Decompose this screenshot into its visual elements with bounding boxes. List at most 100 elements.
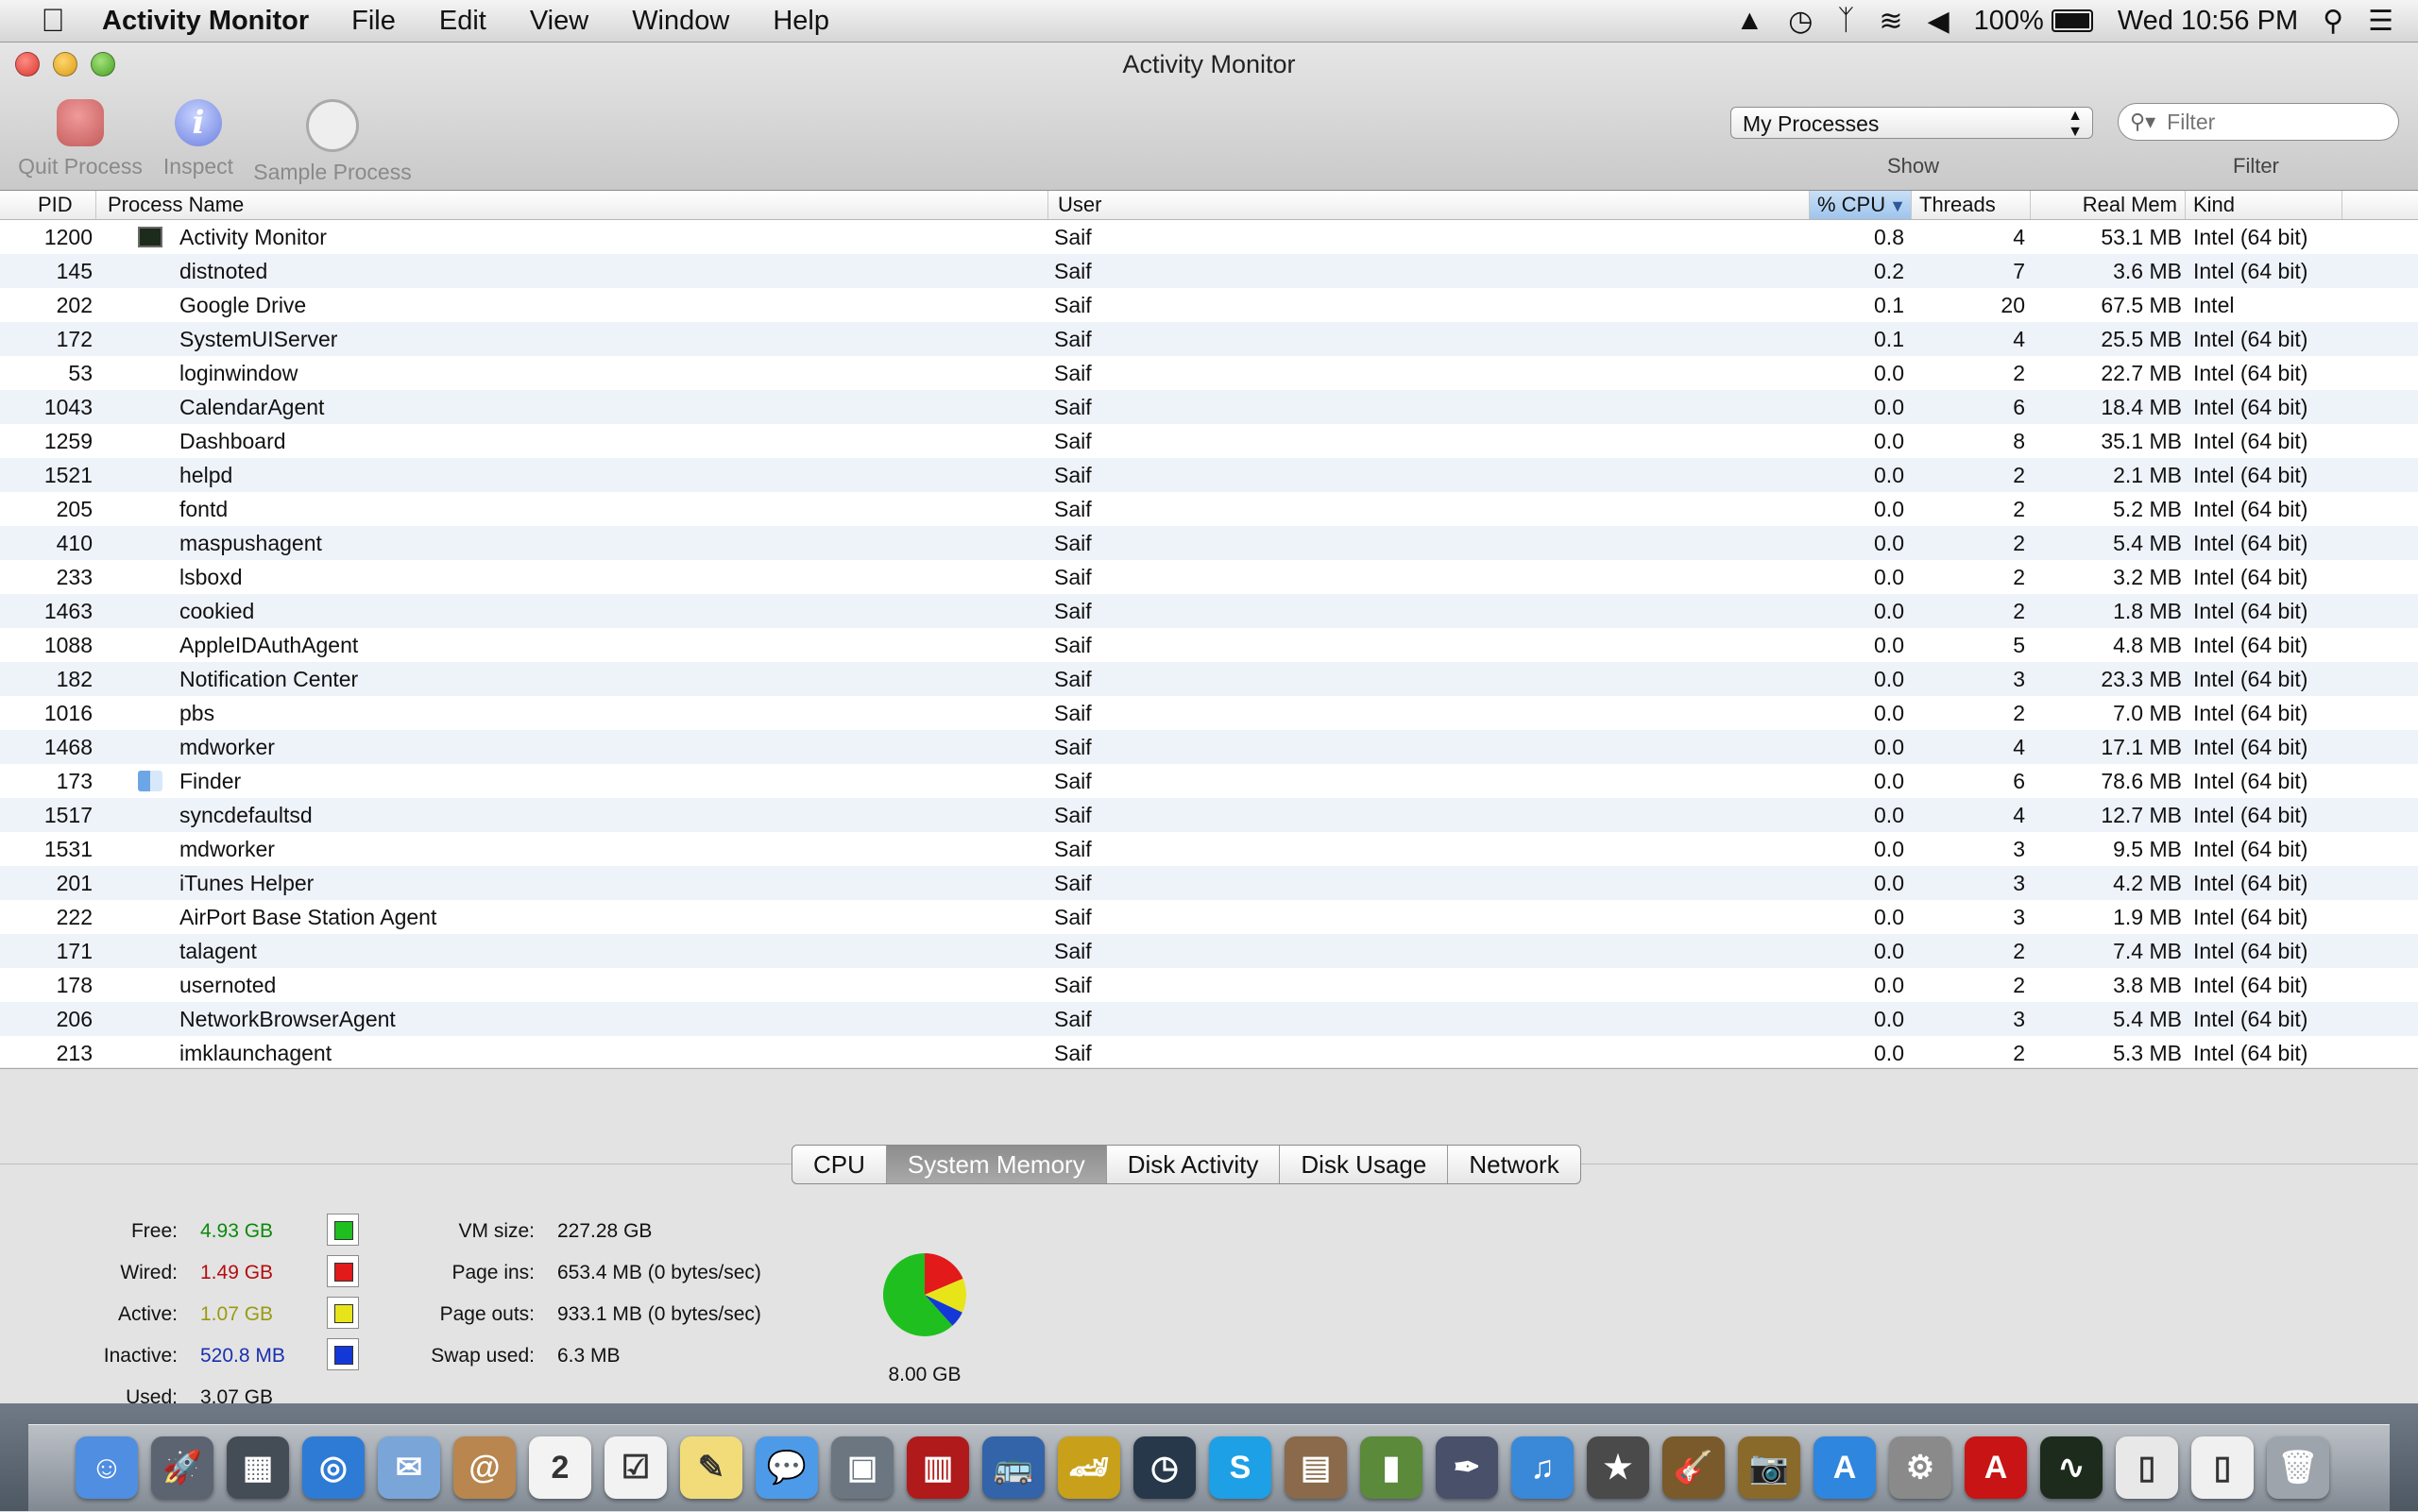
garageband-icon[interactable]: 🎸 [1662, 1436, 1725, 1499]
table-row[interactable]: 213 imklaunchagent Saif 0.0 2 5.3 MB Intel (64… [0, 1036, 2418, 1067]
quit-process-button[interactable]: Quit Process [9, 99, 151, 179]
system-preferences-icon[interactable]: ⚙ [1889, 1436, 1951, 1499]
tab-disk-usage[interactable]: Disk Usage [1280, 1146, 1449, 1183]
tab-disk-activity[interactable]: Disk Activity [1107, 1146, 1281, 1183]
mission-control-icon[interactable]: ▦ [227, 1436, 289, 1499]
time-machine-icon[interactable]: ◷ [1788, 5, 1813, 38]
table-row[interactable]: 1043 CalendarAgent Saif 0.0 6 18.4 MB Intel (6… [0, 390, 2418, 424]
menu-view[interactable]: View [530, 6, 588, 37]
active-value: 1.07 GB [200, 1303, 274, 1325]
table-row[interactable]: 222 AirPort Base Station Agent Saif 0.0 3 1.9… [0, 900, 2418, 934]
column-header-pid[interactable]: PID [0, 191, 96, 219]
table-row[interactable]: 201 iTunes Helper Saif 0.0 3 4.2 MB Intel (64 … [0, 866, 2418, 900]
column-header-threads[interactable]: Threads [1912, 191, 2031, 219]
menu-clock[interactable]: Wed 10:56 PM [2118, 6, 2298, 37]
table-row[interactable]: 202 Google Drive Saif 0.1 20 67.5 MB Intel [0, 288, 2418, 322]
threads-cell: 2 [2013, 531, 2025, 555]
facetime-icon[interactable]: ▣ [831, 1436, 894, 1499]
table-row[interactable]: 1468 mdworker Saif 0.0 4 17.1 MB Intel (64 bit… [0, 730, 2418, 764]
volume-icon[interactable]: ◀ [1928, 5, 1950, 38]
reminders-icon[interactable]: ☑ [604, 1436, 667, 1499]
wifi-icon[interactable]: ≋ [1879, 5, 1902, 38]
table-row[interactable]: 1088 AppleIDAuthAgent Saif 0.0 5 4.8 MB Intel … [0, 628, 2418, 662]
menu-window[interactable]: Window [632, 6, 729, 37]
table-row[interactable]: 145 distnoted Saif 0.2 7 3.6 MB Intel (64 bit) [0, 254, 2418, 288]
preview-document-icon[interactable]: ▯ [2116, 1436, 2178, 1499]
bus-driver-icon[interactable]: 🚌 [982, 1436, 1045, 1499]
bluetooth-icon[interactable]: ᛉ [1837, 5, 1854, 37]
tab-system-memory[interactable]: System Memory [886, 1146, 1107, 1183]
photo-booth-icon[interactable]: ▥ [907, 1436, 969, 1499]
column-header-kind[interactable]: Kind [2186, 191, 2342, 219]
tab-network[interactable]: Network [1448, 1146, 1579, 1183]
table-row[interactable]: 410 maspushagent Saif 0.0 2 5.4 MB Intel (64 b… [0, 526, 2418, 560]
notes-icon[interactable]: ✎ [680, 1436, 742, 1499]
imovie-icon[interactable]: ★ [1587, 1436, 1649, 1499]
keynote-icon[interactable]: ▤ [1285, 1436, 1347, 1499]
menu-edit[interactable]: Edit [439, 6, 486, 37]
messages-icon[interactable]: 💬 [756, 1436, 818, 1499]
menu-file[interactable]: File [351, 6, 396, 37]
document-icon[interactable]: ▯ [2191, 1436, 2254, 1499]
finder-icon[interactable]: ☺ [76, 1436, 138, 1499]
table-row[interactable]: 1016 pbs Saif 0.0 2 7.0 MB Intel (64 bit) [0, 696, 2418, 730]
filter-input[interactable] [2165, 108, 2377, 136]
table-row[interactable]: 1259 Dashboard Saif 0.0 8 35.1 MB Intel (64 bi… [0, 424, 2418, 458]
trash-icon[interactable]: 🗑 [2267, 1436, 2329, 1499]
column-header-process-name[interactable]: Process Name [96, 191, 1048, 219]
show-processes-select[interactable]: My Processes ▲ ▼ [1730, 107, 2093, 140]
column-header-real-mem[interactable]: Real Mem [2031, 191, 2186, 219]
spotlight-search-icon[interactable]: ⚲ [2323, 5, 2343, 38]
table-row[interactable]: 205 fontd Saif 0.0 2 5.2 MB Intel (64 bit) [0, 492, 2418, 526]
dashboard-icon[interactable]: ◷ [1133, 1436, 1196, 1499]
menu-help[interactable]: Help [773, 6, 829, 37]
table-row[interactable]: 171 talagent Saif 0.0 2 7.4 MB Intel (64 bit) [0, 934, 2418, 968]
safari-icon[interactable]: ◎ [302, 1436, 365, 1499]
launchpad-icon[interactable]: 🚀 [151, 1436, 213, 1499]
calendar-icon[interactable]: 2 [529, 1436, 591, 1499]
iphoto-icon[interactable]: ✒ [1436, 1436, 1498, 1499]
table-row[interactable]: 1517 syncdefaultsd Saif 0.0 4 12.7 MB Intel (6… [0, 798, 2418, 832]
inspect-button[interactable]: i Inspect [156, 99, 241, 179]
activity-monitor-icon [138, 227, 162, 247]
contacts-icon[interactable]: @ [453, 1436, 516, 1499]
google-drive-icon[interactable]: ▲ [1736, 5, 1764, 37]
user-cell: Saif [1054, 395, 1092, 419]
sample-process-button[interactable]: Sample Process [247, 99, 417, 185]
itunes-icon[interactable]: ♫ [1511, 1436, 1574, 1499]
table-row[interactable]: 1531 mdworker Saif 0.0 3 9.5 MB Intel (64 bit) [0, 832, 2418, 866]
threads-cell: 2 [2013, 565, 2025, 589]
racing-game-icon[interactable]: 🏎 [1058, 1436, 1120, 1499]
notification-center-icon[interactable]: ☰ [2368, 5, 2393, 38]
aperture-icon[interactable]: 📷 [1738, 1436, 1800, 1499]
sample-process-label: Sample Process [253, 160, 412, 184]
table-row[interactable]: 53 loginwindow Saif 0.0 2 22.7 MB Intel (64 bi… [0, 356, 2418, 390]
inactive-value: 520.8 MB [200, 1345, 285, 1367]
app-store-icon[interactable]: A [1814, 1436, 1876, 1499]
column-header-cpu[interactable]: % CPU ▼ [1810, 191, 1912, 219]
menu-app-name[interactable]: Activity Monitor [102, 6, 309, 37]
table-row[interactable]: 1521 helpd Saif 0.0 2 2.1 MB Intel (64 bit) [0, 458, 2418, 492]
skype-icon[interactable]: S [1209, 1436, 1271, 1499]
table-row[interactable]: 233 lsboxd Saif 0.0 2 3.2 MB Intel (64 bit) [0, 560, 2418, 594]
column-header-user[interactable]: User [1048, 191, 1810, 219]
apple-menu-icon[interactable]:  [25, 3, 81, 40]
acrobat-icon[interactable]: A [1965, 1436, 2027, 1499]
search-icon: ⚲▾ [2130, 110, 2156, 133]
table-row[interactable]: 172 SystemUIServer Saif 0.1 4 25.5 MB Intel (6… [0, 322, 2418, 356]
activity-monitor-icon[interactable]: ∿ [2040, 1436, 2103, 1499]
filter-search-box[interactable]: ⚲▾ [2118, 103, 2399, 141]
stop-sign-icon [57, 99, 104, 146]
table-row[interactable]: 1463 cookied Saif 0.0 2 1.8 MB Intel (64 bit) [0, 594, 2418, 628]
table-row[interactable]: 1200 Activity Monitor Saif 0.8 4 53.1 MB Intel… [0, 220, 2418, 254]
tab-cpu[interactable]: CPU [792, 1146, 887, 1183]
battery-status[interactable]: 100% [1974, 6, 2093, 37]
table-row[interactable]: 206 NetworkBrowserAgent Saif 0.0 3 5.4 MB Inte… [0, 1002, 2418, 1036]
numbers-icon[interactable]: ▮ [1360, 1436, 1422, 1499]
dock-shelf: ☺ 🚀 ▦ ◎ ✉ @2 ☑ ✎ 💬 ▣ ▥ 🚌 🏎 ◷ S ▤ ▮ ✒ ♫ ★ 🎸 📷 A ⚙ A ∿ ▯ ▯ 🗑 [28, 1424, 2390, 1512]
table-row[interactable]: 173 Finder Saif 0.0 6 78.6 MB Intel (64 bit) [0, 764, 2418, 798]
table-row[interactable]: 182 Notification Center Saif 0.0 3 23.3 MB Int… [0, 662, 2418, 696]
table-row[interactable]: 178 usernoted Saif 0.0 2 3.8 MB Intel (64 bit) [0, 968, 2418, 1002]
process-icon-cell [138, 390, 166, 424]
mail-icon[interactable]: ✉ [378, 1436, 440, 1499]
